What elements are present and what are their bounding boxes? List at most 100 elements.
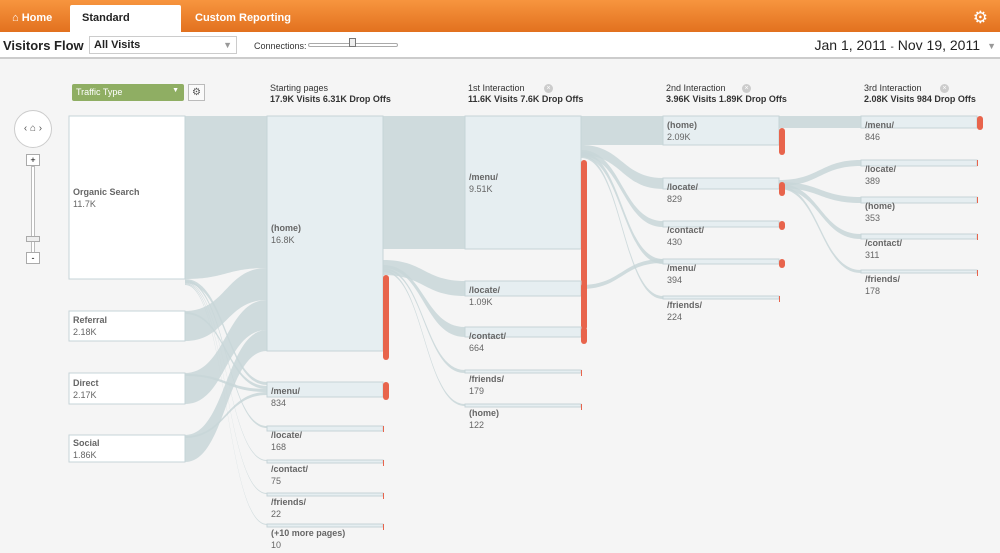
node-label[interactable]: /contact/664 <box>469 330 506 354</box>
node-label[interactable]: /contact/430 <box>667 224 704 248</box>
node-name: /locate/ <box>865 164 897 174</box>
node-value: 224 <box>667 312 683 322</box>
node-label[interactable]: /friends/179 <box>469 373 504 397</box>
node-value: 178 <box>865 286 881 296</box>
column-header: 3rd Interaction 2.08K Visits 984 Drop Off… <box>864 83 976 104</box>
dropoff-bar <box>977 116 983 130</box>
node-value: 16.8K <box>271 234 295 245</box>
node-label[interactable]: /menu/394 <box>667 262 696 286</box>
node-name: /contact/ <box>865 238 903 248</box>
flow-link <box>383 116 465 249</box>
node-value: 664 <box>469 343 485 353</box>
dropoff-bar <box>779 221 785 230</box>
dropoff-bar <box>581 283 587 303</box>
node-label[interactable]: /friends/22 <box>271 496 306 520</box>
node-value: 834 <box>271 398 287 408</box>
dropoff-bar <box>977 197 978 203</box>
dropoff-bar <box>977 160 978 166</box>
column-header: 1st Interaction 11.6K Visits 7.6K Drop Of… <box>468 83 584 104</box>
node-value: 311 <box>865 250 880 260</box>
node-name: /menu/ <box>271 386 301 396</box>
node-label[interactable]: /contact/75 <box>271 463 308 487</box>
node-label[interactable]: /menu/846 <box>865 119 894 143</box>
dropoff-bar <box>779 182 785 196</box>
node-value: 1.09K <box>469 297 493 307</box>
dropoff-bar <box>581 370 582 376</box>
node-value: 122 <box>469 420 485 430</box>
dropoff-bar <box>581 327 587 344</box>
node-label[interactable]: Social 1.86K <box>73 437 100 461</box>
node-value: 10 <box>271 540 282 550</box>
node-label[interactable]: /locate/389 <box>865 163 896 187</box>
node-label[interactable]: (home) 353 <box>865 200 895 224</box>
node-value: 75 <box>271 476 282 486</box>
flow-link <box>185 116 267 279</box>
node-label[interactable]: /menu/9.51K <box>469 171 498 195</box>
node-value: 11.7K <box>73 198 96 209</box>
dropoff-bar <box>779 296 780 302</box>
column-header: 2nd Interaction 3.96K Visits 1.89K Drop O… <box>666 83 787 104</box>
node-label[interactable]: Organic Search 11.7K <box>73 186 140 210</box>
node-label[interactable]: /locate/168 <box>271 429 302 453</box>
node-label[interactable]: Direct 2.17K <box>73 377 99 401</box>
node-name: Social <box>73 437 100 448</box>
node-label[interactable]: /contact/311 <box>865 237 902 261</box>
dropoff-bar <box>383 275 389 360</box>
node-name: (home) <box>667 120 697 130</box>
node-label[interactable]: (home) 16.8K <box>271 222 301 246</box>
node-label[interactable]: Referral 2.18K <box>73 314 107 338</box>
node-name: Direct <box>73 377 99 388</box>
node-label[interactable]: (+10 more pages) 10 <box>271 527 345 551</box>
node-value: 2.09K <box>667 132 691 142</box>
node-value: 168 <box>271 442 287 452</box>
dropoff-bar <box>581 404 582 410</box>
node-value: 389 <box>865 176 881 186</box>
flow-link <box>581 116 663 145</box>
node-name: Organic Search <box>73 186 140 197</box>
node-label[interactable]: /locate/829 <box>667 181 698 205</box>
dropoff-bar <box>383 493 384 499</box>
node-name: /locate/ <box>667 182 699 192</box>
dropoff-bar <box>977 234 978 240</box>
flow-link <box>581 145 663 189</box>
column-header: Starting pages 17.9K Visits 6.31K Drop Of… <box>270 83 391 104</box>
node-value: 2.18K <box>73 327 97 337</box>
node-value: 2.17K <box>73 389 97 400</box>
node-label[interactable]: /friends/178 <box>865 273 900 297</box>
node-name: Referral <box>73 315 108 325</box>
dropoff-bar <box>977 270 978 276</box>
node-name: /locate/ <box>469 285 501 295</box>
node-name: /contact/ <box>469 331 507 341</box>
node-name: /friends/ <box>271 497 307 507</box>
close-icon[interactable]: × <box>940 84 949 93</box>
node-value: 394 <box>667 275 683 285</box>
node-label[interactable]: (home) 122 <box>469 407 499 431</box>
dropoff-bar <box>779 259 785 268</box>
close-icon[interactable]: × <box>742 84 751 93</box>
node-value: 9.51K <box>469 183 493 194</box>
dropoff-bar <box>779 128 785 155</box>
flow-link <box>779 116 861 128</box>
node-value: 430 <box>667 237 683 247</box>
node-label[interactable]: /locate/1.09K <box>469 284 500 308</box>
node-value: 846 <box>865 132 881 142</box>
dropoff-bar <box>383 460 384 466</box>
node-name: (home) <box>469 408 499 418</box>
dropoff-bar <box>383 426 384 432</box>
node-name: /friends/ <box>667 300 703 310</box>
node-name: /contact/ <box>271 464 309 474</box>
close-icon[interactable]: × <box>544 84 553 93</box>
node-value: 22 <box>271 509 282 519</box>
node-value: 1.86K <box>73 449 97 460</box>
node-label[interactable]: /friends/224 <box>667 299 702 323</box>
flow-link <box>581 155 663 299</box>
node-name: (home) <box>865 201 895 211</box>
node-label[interactable]: (home) 2.09K <box>667 119 697 143</box>
node-value: 353 <box>865 213 881 223</box>
node-name: /locate/ <box>271 430 303 440</box>
dropoff-bar <box>581 160 587 330</box>
node-label[interactable]: /menu/834 <box>271 385 300 409</box>
dropoff-bar <box>383 382 389 400</box>
node-value: 179 <box>469 386 485 396</box>
node-name: /menu/ <box>865 120 895 130</box>
